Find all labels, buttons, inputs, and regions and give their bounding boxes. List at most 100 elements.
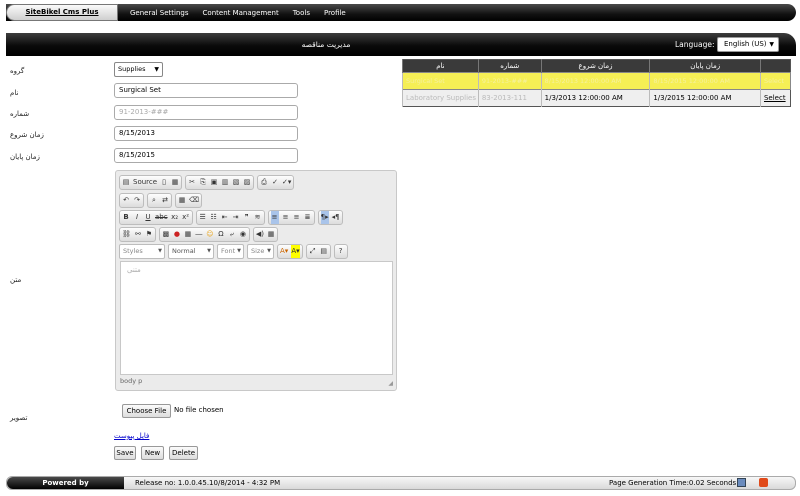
image-icon[interactable]: ▩ (162, 228, 170, 241)
stats-icon[interactable] (737, 478, 746, 487)
print-icon[interactable]: ⎙ (260, 176, 268, 189)
name-input[interactable]: Surgical Set (114, 83, 298, 98)
ltr-icon[interactable]: ¶▸ (320, 211, 329, 224)
paste-word-icon[interactable]: ▧ (232, 176, 240, 189)
chevron-down-icon: ▼ (769, 41, 774, 48)
font-combo[interactable]: Font ▼ (217, 244, 244, 259)
menu-item-profile[interactable]: Profile (324, 9, 346, 17)
cell-end: 1/3/2015 12:00:00 AM (649, 89, 761, 107)
copy-icon[interactable]: ⎘ (199, 176, 207, 189)
styles-combo[interactable]: Styles ▼ (119, 244, 165, 259)
cell-end: 8/15/2015 12:00:00 AM (649, 72, 761, 90)
indent-icon[interactable]: ⇥ (232, 211, 240, 224)
attachment-link[interactable]: فایل پیوست (114, 432, 149, 440)
align-right-icon[interactable]: ≡ (293, 211, 301, 224)
menu-item-content-management[interactable]: Content Management (203, 9, 279, 17)
number-input[interactable]: 91-2013-### (114, 105, 298, 120)
spellcheck-dropdown-icon[interactable]: ✓▾ (282, 176, 291, 189)
redo-icon[interactable]: ↷ (133, 194, 141, 207)
unlink-icon[interactable]: ⚯ (134, 228, 142, 241)
blockquote-icon[interactable]: ❞ (243, 211, 251, 224)
bg-color-icon[interactable]: A▾ (291, 245, 300, 258)
select-all-icon[interactable]: ▦ (178, 194, 186, 207)
choose-file-button[interactable]: Choose File (122, 404, 171, 418)
strike-icon[interactable]: abc (155, 211, 168, 224)
feed-icon[interactable] (759, 478, 768, 487)
editor-content-area[interactable]: متنی (120, 261, 393, 375)
numbered-list-icon[interactable]: ☰ (199, 211, 207, 224)
toolbar-group-list: ☰ ☷ ⇤ ⇥ ❞ ≋ (195, 210, 265, 225)
page-break-icon[interactable]: ⤶ (228, 228, 236, 241)
language-select[interactable]: English (US) ▼ (717, 37, 779, 52)
templates-icon[interactable]: ▦ (171, 176, 179, 189)
toolbar-group-basic: B I U abc x₂ x² (119, 210, 193, 225)
site-brand-link[interactable]: SiteBikel Cms Plus (6, 4, 118, 21)
subscript-icon[interactable]: x₂ (171, 211, 179, 224)
flash-icon[interactable]: ● (173, 228, 181, 241)
find-icon[interactable]: ⌕ (150, 194, 158, 207)
new-button[interactable]: New (141, 446, 164, 460)
remove-format-icon[interactable]: ⌫ (189, 194, 199, 207)
justify-icon[interactable]: ≣ (304, 211, 312, 224)
toolbar-group-links: ⛓ ⚯ ⚑ (119, 227, 156, 242)
text-color-icon[interactable]: A▾ (280, 245, 288, 258)
paste-text-icon[interactable]: ▥ (221, 176, 229, 189)
superscript-icon[interactable]: x² (182, 211, 190, 224)
cut-icon[interactable]: ✂ (188, 176, 196, 189)
bold-icon[interactable]: B (122, 211, 130, 224)
table-row[interactable]: Laboratory Supplies 83-2013-111 1/3/2013… (402, 89, 791, 107)
size-combo[interactable]: Size ▼ (247, 244, 274, 259)
table-row[interactable]: Surgical Set 91-2013-### 8/15/2013 12:00… (402, 72, 791, 90)
toolbar-group-document: ▤ Source ▯ ▦ (119, 175, 183, 190)
generation-time: Page Generation Time:0.02 Seconds (609, 479, 737, 487)
div-icon[interactable]: ≋ (254, 211, 262, 224)
paste-icon[interactable]: ▣ (210, 176, 218, 189)
help-icon[interactable]: ? (337, 245, 345, 258)
end-date-input[interactable]: 8/15/2015 (114, 148, 298, 163)
menu-item-tools[interactable]: Tools (293, 9, 310, 17)
outdent-icon[interactable]: ⇤ (221, 211, 229, 224)
rtl-icon[interactable]: ◂¶ (332, 211, 340, 224)
menu-item-general-settings[interactable]: General Settings (130, 9, 189, 17)
toolbar-group-media: ◀) ▦ (252, 227, 279, 242)
iframe-icon[interactable]: ◉ (239, 228, 247, 241)
toolbar-group-insert: ▩ ● ▦ ― ☺ Ω ⤶ ◉ (158, 227, 250, 242)
format-combo[interactable]: Normal ▼ (168, 244, 214, 259)
start-date-label: زمان شروع (10, 131, 44, 139)
paste-word-icon-2[interactable]: ▨ (243, 176, 251, 189)
resize-handle-icon[interactable]: ◢ (388, 380, 393, 387)
underline-icon[interactable]: U (144, 211, 152, 224)
delete-button[interactable]: Delete (169, 446, 198, 460)
special-char-icon[interactable]: Ω (217, 228, 225, 241)
show-blocks-icon[interactable]: ▤ (320, 245, 328, 258)
table-icon[interactable]: ▦ (184, 228, 192, 241)
select-link[interactable]: Select (759, 72, 791, 90)
spellcheck-icon[interactable]: ✓ (271, 176, 279, 189)
replace-icon[interactable]: ⇄ (161, 194, 169, 207)
group-select[interactable]: Supplies ▼ (114, 62, 163, 77)
toolbar-row-5: Styles ▼ Normal ▼ Font ▼ Size ▼ A▾ A▾ ⤢ ▤ ? (119, 244, 348, 259)
grid-header-action (759, 59, 791, 73)
smiley-icon[interactable]: ☺ (206, 228, 214, 241)
preview-icon[interactable]: ▯ (160, 176, 168, 189)
align-left-icon[interactable]: ≡ (270, 211, 279, 224)
select-link[interactable]: Select (759, 89, 791, 107)
horizontal-rule-icon[interactable]: ― (195, 228, 203, 241)
link-icon[interactable]: ⛓ (122, 228, 131, 241)
start-date-input[interactable]: 8/15/2013 (114, 126, 298, 141)
grid-icon[interactable]: ▦ (267, 228, 275, 241)
anchor-icon[interactable]: ⚑ (145, 228, 153, 241)
toolbar-row-1: ▤ Source ▯ ▦ ✂ ⎘ ▣ ▥ ▧ ▨ ⎙ ✓ ✓▾ (119, 175, 295, 190)
save-button[interactable]: Save (114, 446, 136, 460)
audio-icon[interactable]: ◀) (256, 228, 264, 241)
grid-header-start: زمان شروع (540, 59, 650, 73)
maximize-icon[interactable]: ⤢ (309, 245, 317, 258)
undo-icon[interactable]: ↶ (122, 194, 130, 207)
italic-icon[interactable]: I (133, 211, 141, 224)
bulleted-list-icon[interactable]: ☷ (210, 211, 218, 224)
toolbar-group-align: ≡ ≡ ≡ ≣ (267, 210, 315, 225)
align-center-icon[interactable]: ≡ (282, 211, 290, 224)
source-icon[interactable]: ▤ (122, 176, 130, 189)
cell-start: 8/15/2013 12:00:00 AM (540, 72, 650, 90)
source-button[interactable]: Source (133, 176, 157, 189)
